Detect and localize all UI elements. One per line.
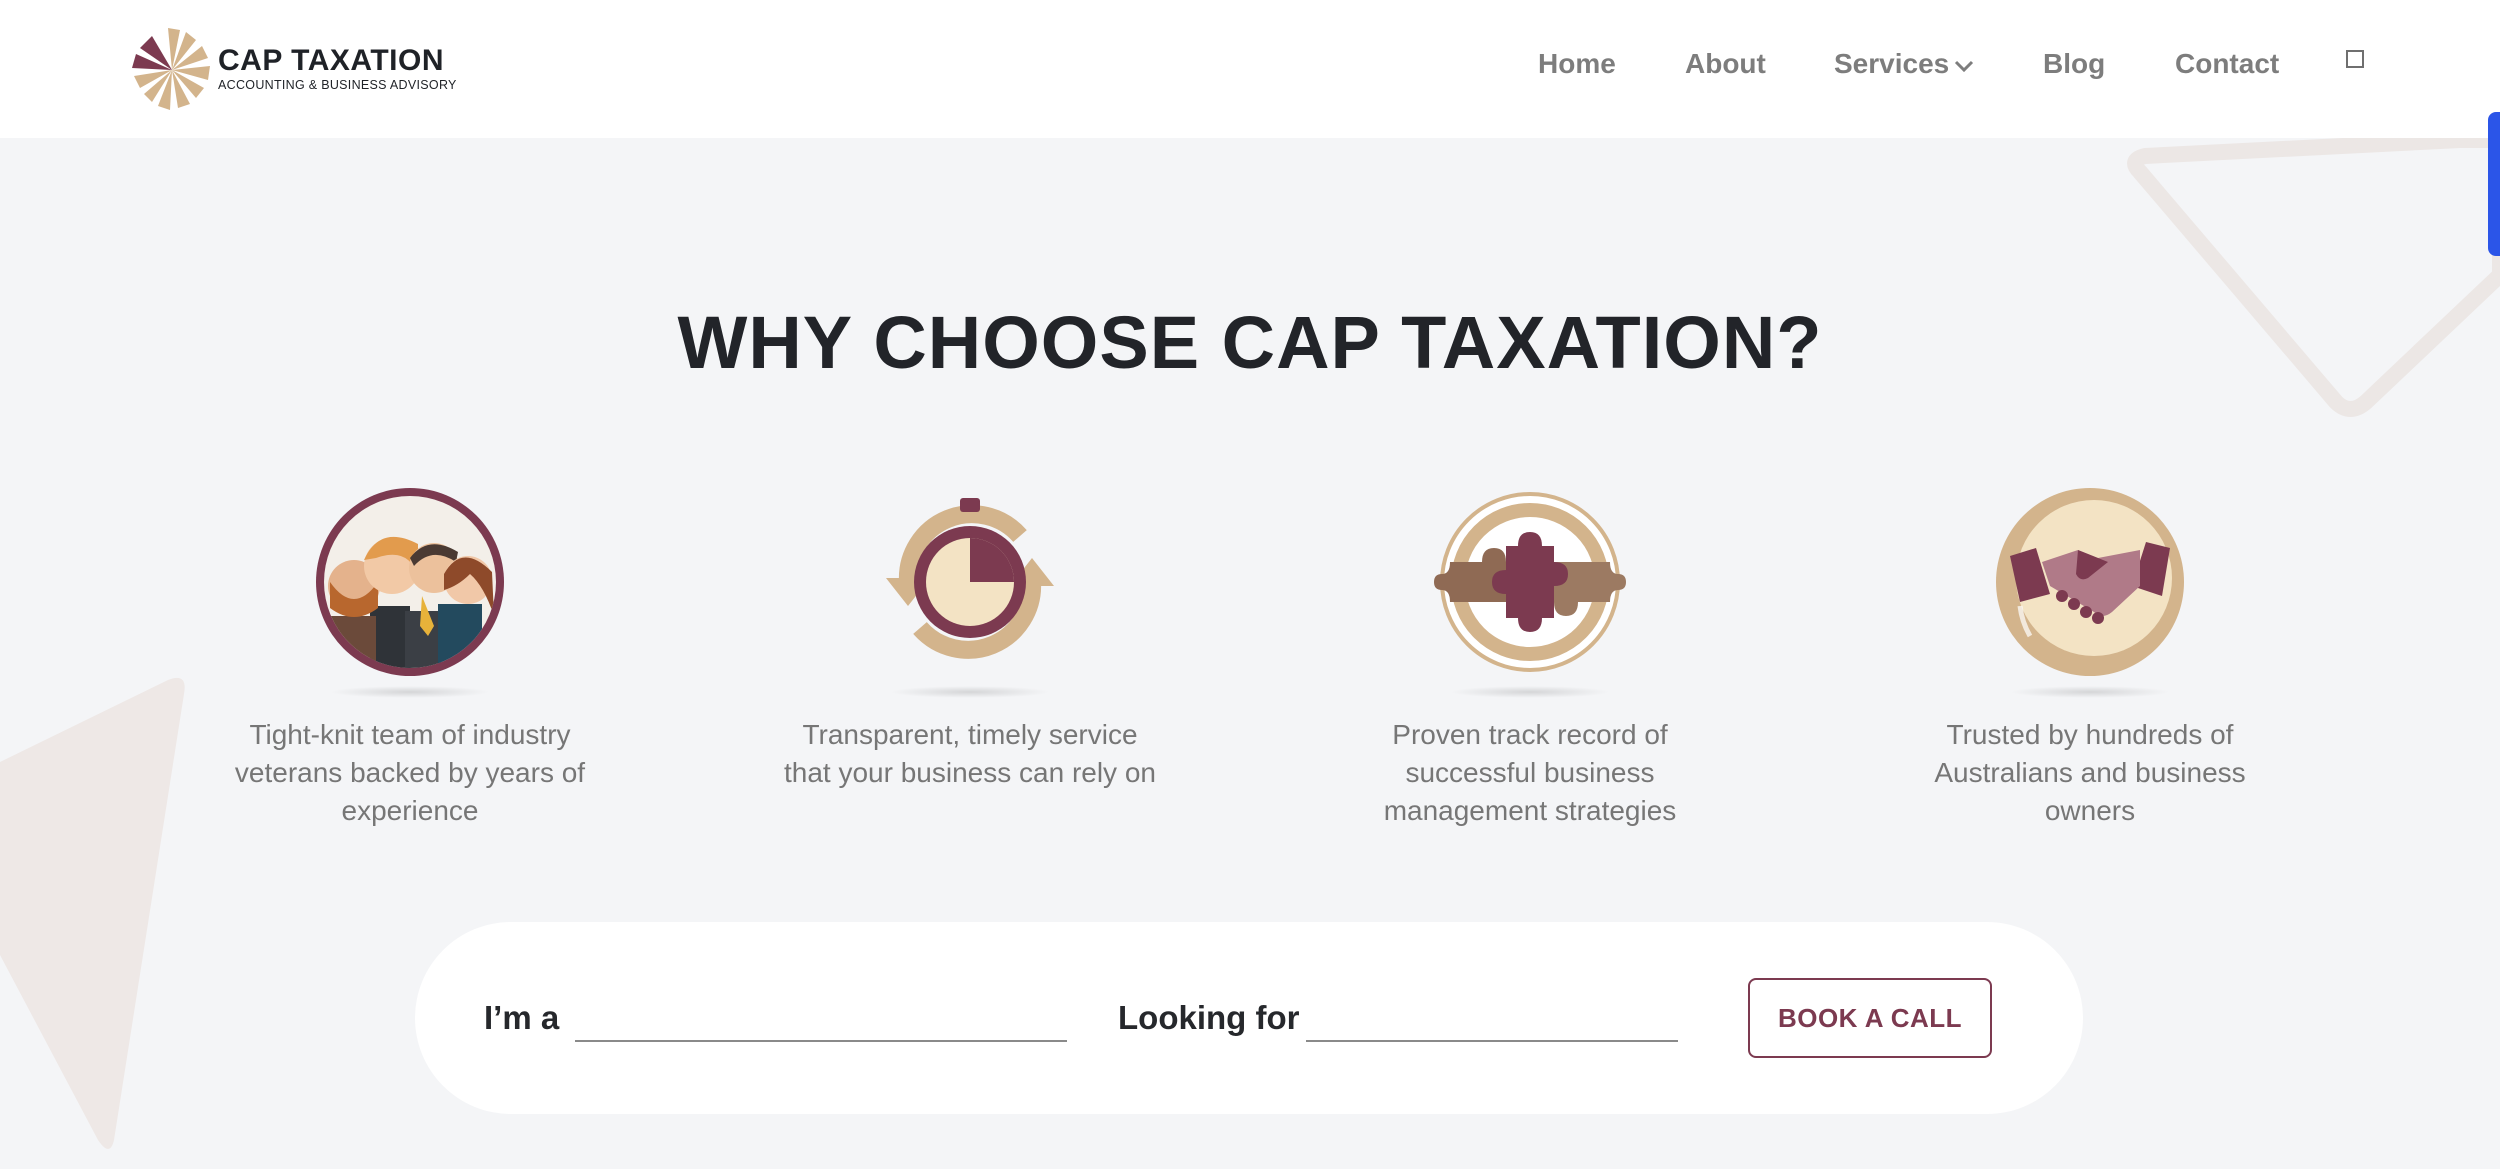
feature-caption: Tight-knit team of industry veterans bac… [234, 719, 586, 826]
feature-caption: Proven track record of successful busine… [1383, 719, 1677, 826]
nav-item-contact[interactable]: Contact [2175, 44, 2279, 84]
puzzle-icon [1434, 492, 1626, 672]
side-scroll-tab[interactable] [2488, 112, 2500, 256]
feature-card-track-record: Proven track record of successful busine… [1340, 486, 1720, 830]
team-icon [316, 488, 504, 676]
main-nav: Home About Services Blog Contact [0, 44, 2500, 84]
booking-form: I’m a Looking for BOOK A CALL [415, 922, 2083, 1114]
section-title: WHY CHOOSE CAP TAXATION? [677, 301, 1823, 384]
im-a-input[interactable] [575, 1000, 1067, 1042]
looking-for-label: Looking for [1118, 999, 1300, 1036]
looking-for-input[interactable] [1306, 1000, 1678, 1042]
feature-caption: Transparent, timely service that your bu… [784, 719, 1156, 788]
nav-item-blog[interactable]: Blog [2043, 44, 2105, 84]
feature-card-timely: Transparent, timely service that your bu… [780, 486, 1160, 792]
nav-item-about[interactable]: About [1685, 44, 1766, 84]
nav-item-home[interactable]: Home [1538, 44, 1616, 84]
feature-caption: Trusted by hundreds of Australians and b… [1934, 719, 2246, 826]
stopwatch-icon [886, 498, 1054, 659]
site-header: CAP TAXATION ACCOUNTING & BUSINESS ADVIS… [0, 0, 2500, 138]
feature-card-team: Tight-knit team of industry veterans bac… [220, 486, 600, 830]
handshake-icon [1996, 488, 2184, 676]
im-a-label: I’m a [484, 999, 560, 1036]
book-a-call-button[interactable]: BOOK A CALL [1748, 978, 1992, 1058]
menu-square-icon[interactable] [2346, 50, 2364, 68]
chevron-down-icon [1955, 60, 1974, 72]
feature-card-trusted: Trusted by hundreds of Australians and b… [1900, 486, 2280, 830]
nav-item-services-label: Services [1834, 48, 1950, 79]
nav-item-services[interactable]: Services [1834, 44, 1975, 84]
